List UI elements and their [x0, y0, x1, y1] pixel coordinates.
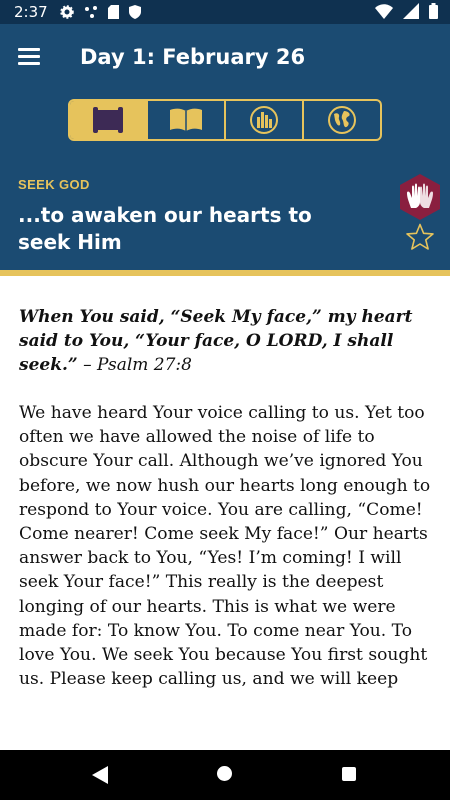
prayer-content: When You said, “Seek My face,” my heart … [19, 305, 434, 691]
favorite-star-icon[interactable] [405, 223, 435, 251]
praying-hands-badge-icon [400, 174, 440, 220]
tab-scroll[interactable] [70, 101, 148, 139]
share-dots-icon [84, 6, 97, 18]
scroll-icon [93, 107, 123, 133]
prayer-subtitle: ...to awaken our hearts to seek Him [18, 203, 312, 254]
settings-icon [59, 5, 74, 19]
tabs-area [0, 92, 450, 154]
tab-city[interactable] [226, 101, 304, 139]
globe-icon [328, 106, 356, 134]
app-bar: Day 1: February 26 [0, 24, 450, 92]
back-icon[interactable] [92, 766, 108, 784]
verse-reference: – Psalm 27:8 [77, 355, 192, 375]
status-system-icons [375, 3, 438, 19]
city-icon [250, 106, 278, 134]
shield-icon [128, 5, 141, 19]
battery-icon [429, 3, 438, 19]
system-nav-bar [0, 750, 450, 800]
tab-globe[interactable] [304, 101, 380, 139]
wifi-icon [375, 3, 393, 19]
recent-apps-icon[interactable] [342, 767, 356, 781]
prayer-body: We have heard Your voice calling to us. … [19, 403, 431, 690]
tab-book[interactable] [148, 101, 226, 139]
book-icon [170, 108, 202, 131]
section-eyebrow: SEEK GOD [18, 177, 90, 192]
status-bar: 2:37 [0, 0, 450, 24]
scripture-verse: When You said, “Seek My face,” my heart … [19, 305, 434, 377]
home-icon[interactable] [217, 766, 232, 781]
sd-card-icon [107, 5, 119, 19]
prayer-header: SEEK GOD ...to awaken our hearts to seek… [0, 154, 450, 276]
page-title: Day 1: February 26 [80, 45, 306, 69]
menu-icon[interactable] [18, 48, 42, 68]
status-notification-icons [59, 5, 141, 19]
status-time: 2:37 [14, 3, 48, 21]
category-tabs [68, 99, 382, 141]
signal-icon [403, 3, 419, 19]
